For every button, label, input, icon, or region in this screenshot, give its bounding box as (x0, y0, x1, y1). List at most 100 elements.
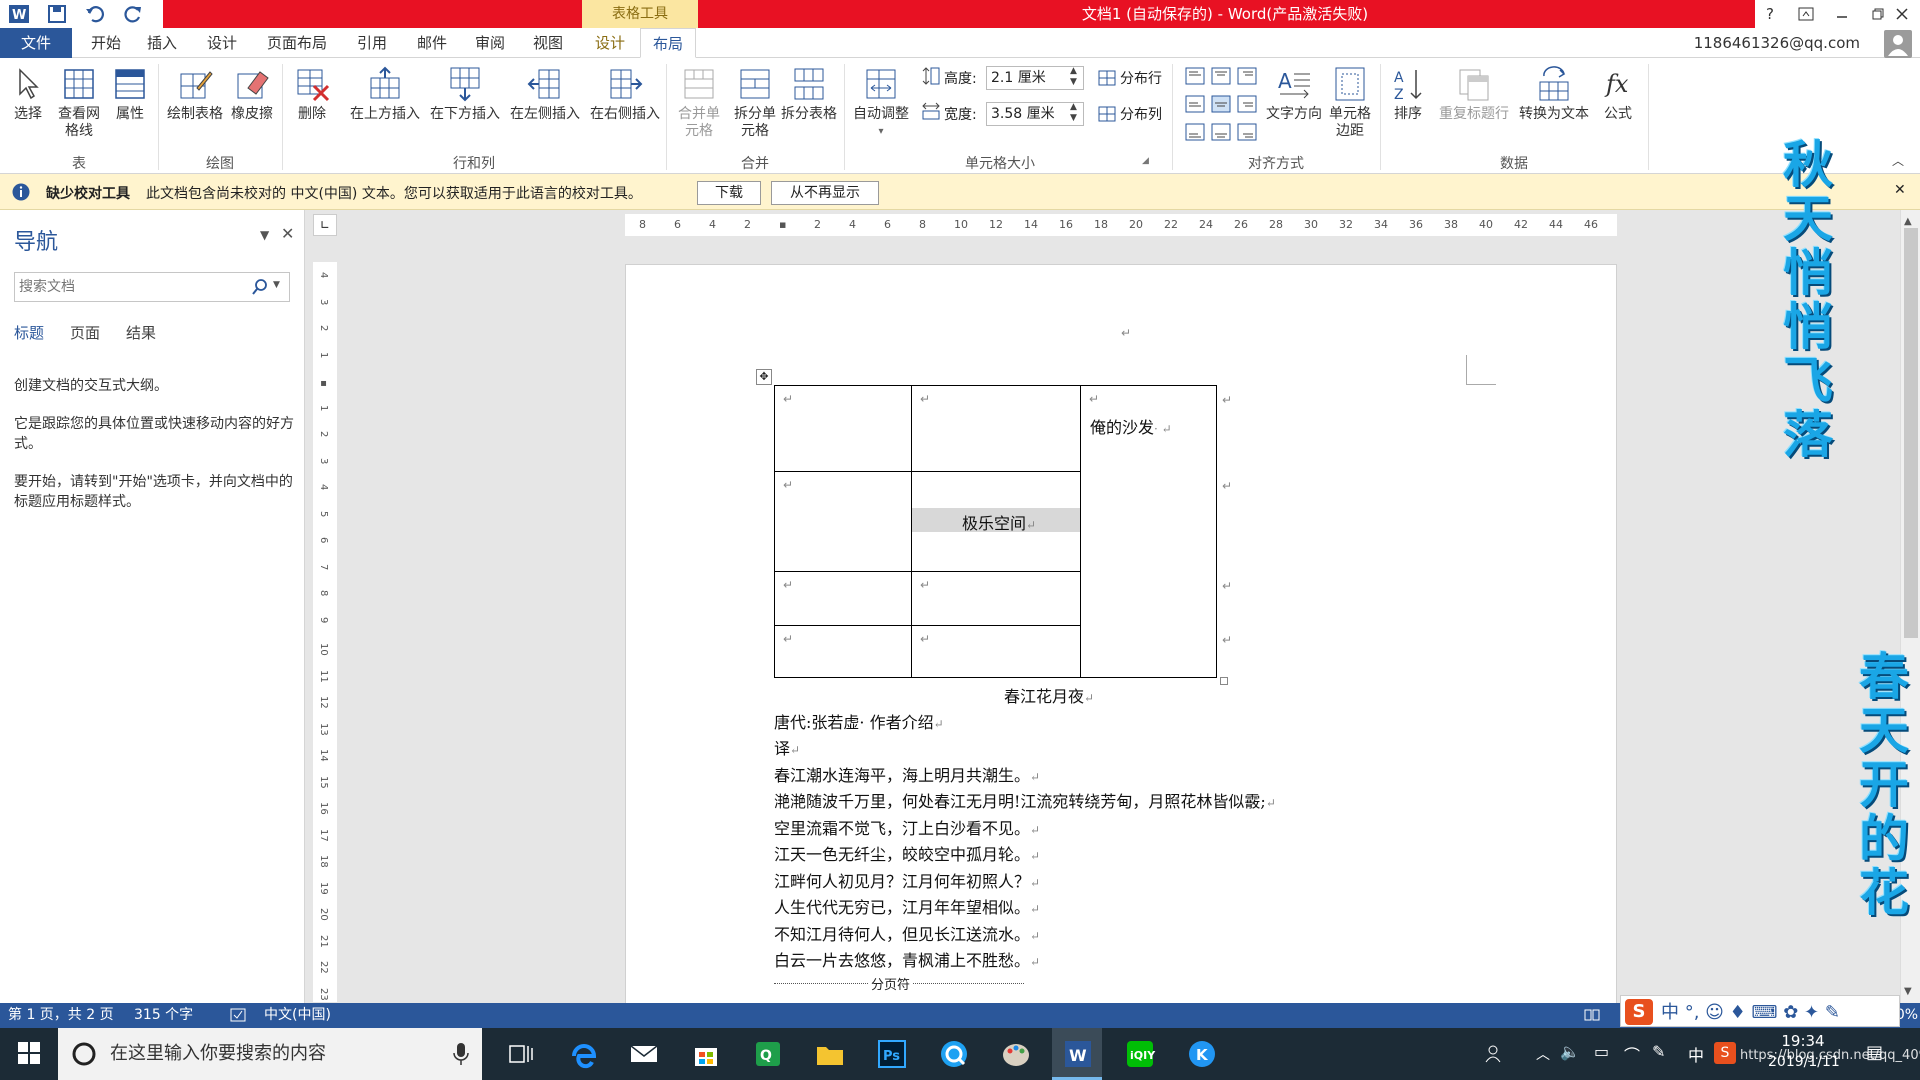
paint-palette-icon[interactable] (1000, 1038, 1032, 1070)
table-resize-handle[interactable] (1220, 677, 1228, 685)
pen-icon[interactable]: ✎ (1652, 1042, 1665, 1061)
tab-view[interactable]: 视图 (520, 28, 576, 58)
distribute-columns-button[interactable]: 分布列 (1098, 104, 1162, 124)
ribbon-display-icon[interactable] (1786, 0, 1826, 28)
tab-table-design[interactable]: 设计 (582, 28, 638, 58)
tab-file[interactable]: 文件 (0, 28, 72, 58)
insert-right-button[interactable]: 在右侧插入 (586, 66, 664, 123)
draw-table-button[interactable]: 绘制表格 (164, 66, 226, 123)
table-cell[interactable]: ↵ 俺的沙发· ↵ (1080, 385, 1217, 678)
photoshop-icon[interactable]: Ps (876, 1038, 908, 1070)
taskbar-search[interactable]: 在这里输入你要搜索的内容 (58, 1028, 482, 1080)
distribute-rows-button[interactable]: 分布行 (1098, 68, 1162, 88)
clock-date[interactable]: 2019/1/11 (1768, 1054, 1840, 1070)
help-button[interactable]: ? (1750, 0, 1790, 28)
dialog-launcher-icon[interactable]: ◢ (1142, 156, 1149, 166)
redo-icon[interactable] (122, 3, 144, 25)
scroll-down-icon[interactable]: ▼ (1904, 986, 1912, 997)
view-gridlines-button[interactable]: 查看网格线 (54, 66, 104, 140)
task-view-icon[interactable] (504, 1038, 536, 1070)
collapse-ribbon-icon[interactable]: ︿ (1892, 152, 1904, 169)
read-mode-icon[interactable] (1584, 1008, 1600, 1022)
edge-browser-icon[interactable] (568, 1038, 600, 1070)
repeat-header-rows-button[interactable]: 重复标题行 (1434, 66, 1514, 123)
store-icon[interactable] (690, 1038, 722, 1070)
undo-icon[interactable] (84, 3, 106, 25)
show-hidden-icons-icon[interactable]: ︿ (1536, 1044, 1550, 1064)
split-cells-button[interactable]: 拆分单元格 (728, 66, 782, 140)
nav-tab-results[interactable]: 结果 (126, 322, 156, 343)
avatar[interactable] (1884, 30, 1912, 58)
notification-icon[interactable]: ▤ (1866, 1042, 1883, 1063)
eraser-button[interactable]: 橡皮擦 (228, 66, 276, 123)
spreadsheet-app-icon[interactable]: Q (752, 1038, 784, 1070)
align-cells-icon[interactable] (1184, 66, 1264, 150)
nav-options-icon[interactable]: ▼ (260, 228, 269, 242)
insert-left-button[interactable]: 在左侧插入 (506, 66, 584, 123)
ime-chinese-mode[interactable]: 中 °, ☺ ♦ ⌨ ✿ ✦ ✎ (1661, 998, 1840, 1024)
split-table-button[interactable]: 拆分表格 (776, 66, 842, 123)
select-button[interactable]: 选择 (6, 66, 50, 123)
table-cell[interactable]: ↵ (774, 471, 912, 572)
ime-toolbar[interactable]: S 中 °, ☺ ♦ ⌨ ✿ ✦ ✎ (1620, 995, 1900, 1027)
tab-selector-icon[interactable]: ∟ (313, 214, 337, 236)
tab-design[interactable]: 设计 (194, 28, 250, 58)
tab-review[interactable]: 审阅 (462, 28, 518, 58)
search-dropdown-icon[interactable]: ▼ (273, 280, 280, 290)
people-icon[interactable] (1484, 1038, 1506, 1070)
autofit-button[interactable]: 自动调整 ▾ (848, 66, 914, 140)
tab-mailings[interactable]: 邮件 (404, 28, 460, 58)
table-cell[interactable]: ↵ (774, 625, 912, 678)
ime-indicator[interactable]: 中 (1688, 1042, 1704, 1066)
document-page[interactable]: ↵ ✥ ↵ ↵ ↵ 俺的沙发· ↵ ↵ 极乐空间↵ ↵ ↵ ↵ ↵ ↵ ↵ ↵ … (625, 264, 1617, 1004)
table-cell[interactable]: ↵ (911, 625, 1081, 678)
vertical-ruler[interactable]: 4 3 2 1 ▪ 1 2 3 4 5 6 7 8 9 10 11 12 13 14 15 16 17 18 19 20 21 22… (313, 262, 337, 1002)
wifi-icon[interactable]: ⌒ (1624, 1042, 1640, 1066)
close-window-icon[interactable] (1882, 0, 1920, 28)
download-button[interactable]: 下载 (697, 181, 761, 205)
minimize-icon[interactable] (1822, 0, 1862, 28)
sort-button[interactable]: AZ 排序 (1386, 66, 1430, 123)
table-cell[interactable]: ↵ (774, 571, 912, 626)
word-count[interactable]: 315 个字 (134, 1003, 193, 1028)
table-cell[interactable]: ↵ (911, 571, 1081, 626)
never-show-again-button[interactable]: 从不再显示 (771, 181, 879, 205)
tab-references[interactable]: 引用 (344, 28, 400, 58)
text-direction-button[interactable]: A 文字方向 (1264, 66, 1324, 123)
height-spinner[interactable]: ▲ ▼ (1070, 66, 1077, 88)
properties-button[interactable]: 属性 (108, 66, 152, 123)
merge-cells-button[interactable]: 合并单元格 (672, 66, 726, 140)
account-name[interactable]: 1186461326@qq.com (1694, 28, 1860, 58)
nav-tab-pages[interactable]: 页面 (70, 322, 100, 343)
battery-icon[interactable]: ▭ (1594, 1042, 1609, 1061)
volume-icon[interactable]: 🔈 (1560, 1042, 1580, 1061)
table-cell[interactable]: ↵ (911, 385, 1081, 472)
convert-to-text-button[interactable]: 转换为文本 (1514, 66, 1594, 123)
insert-below-button[interactable]: 在下方插入 (426, 66, 504, 123)
windows-start-icon[interactable] (18, 1042, 40, 1064)
search-icon[interactable] (251, 278, 269, 296)
page-count[interactable]: 第 1 页，共 2 页 (8, 1003, 114, 1028)
microphone-icon[interactable] (452, 1042, 470, 1066)
table-cell[interactable]: ↵ (774, 385, 912, 472)
width-spinner[interactable]: ▲ ▼ (1070, 102, 1077, 124)
language-status[interactable]: 中文(中国) (264, 1003, 331, 1028)
scroll-up-icon[interactable]: ▲ (1904, 216, 1912, 227)
horizontal-ruler[interactable]: 8 6 4 2 ▪ 2 4 6 8 10 12 14 16 18 20 22 24 26 28 30 32 34 36 38 4… (625, 214, 1617, 236)
tab-home[interactable]: 开始 (78, 28, 134, 58)
cell-margins-button[interactable]: 单元格边距 (1324, 66, 1376, 140)
browser-q-icon[interactable] (938, 1038, 970, 1070)
nav-tab-headings[interactable]: 标题 (14, 322, 44, 343)
tab-page-layout[interactable]: 页面布局 (256, 28, 338, 58)
kugou-icon[interactable]: K (1186, 1038, 1218, 1070)
insert-above-button[interactable]: 在上方插入 (346, 66, 424, 123)
save-icon[interactable] (46, 3, 68, 25)
delete-button[interactable]: 删除 (288, 66, 336, 123)
word-app-icon[interactable]: W (1062, 1038, 1094, 1070)
search-box[interactable]: ▼ (14, 272, 290, 302)
file-explorer-icon[interactable] (814, 1038, 846, 1070)
mail-icon[interactable] (628, 1038, 660, 1070)
clock-time[interactable]: 19:34 (1768, 1032, 1838, 1050)
iqiyi-icon[interactable]: iQIY (1124, 1038, 1156, 1070)
tab-table-layout[interactable]: 布局 (640, 28, 696, 58)
